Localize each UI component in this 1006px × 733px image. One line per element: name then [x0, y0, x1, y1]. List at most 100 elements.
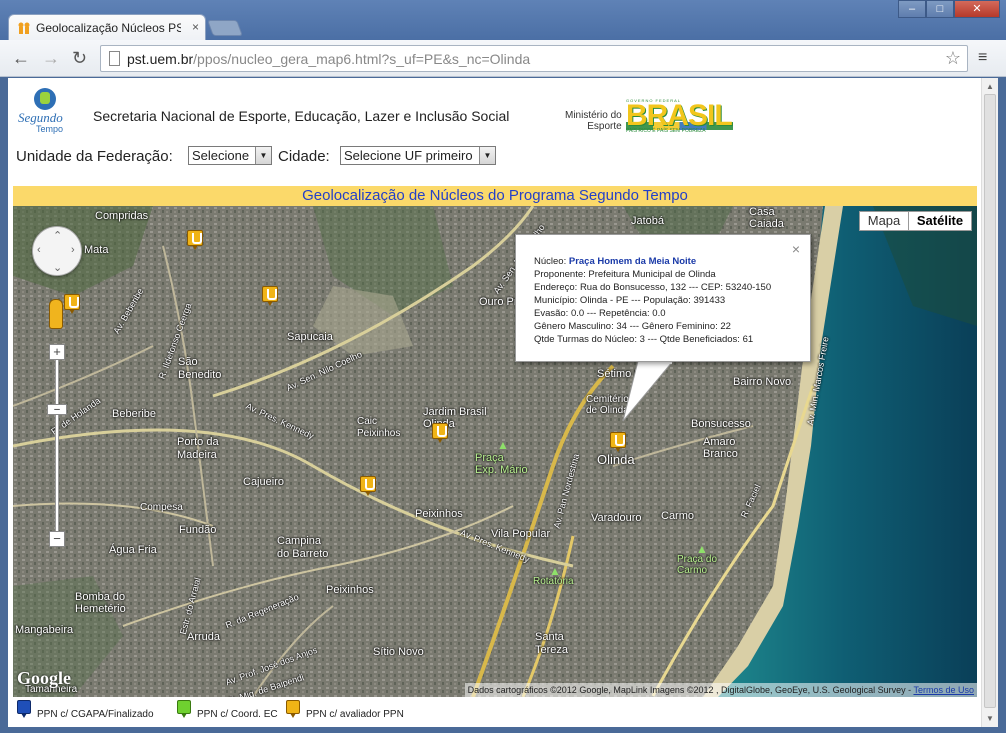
map-banner: Geolocalização de Núcleos do Programa Se…: [13, 186, 977, 206]
terms-link[interactable]: Termos de Uso: [913, 685, 974, 695]
pan-down-icon[interactable]: ⌄: [53, 261, 62, 274]
tab-close-icon[interactable]: ×: [192, 20, 199, 34]
nucleo-label: Núcleo:: [534, 256, 569, 267]
endereco-text: Endereço: Rua do Bonsucesso, 132 --- CEP…: [534, 282, 772, 293]
legend-label: PPN c/ Coord. EC: [197, 709, 278, 720]
park-icon: ▲: [497, 438, 509, 452]
ministerio-line2: Esporte: [587, 121, 622, 132]
place-label: Campina do Barreto: [277, 535, 329, 560]
city-select-value: Selecione UF primeiro: [344, 148, 473, 163]
map-attribution: Dados cartográficos ©2012 Google, MapLin…: [464, 683, 977, 697]
place-label: Compesa: [140, 502, 183, 513]
place-label: Praça do Carmo: [677, 554, 718, 576]
place-label: Bairro Novo: [733, 376, 792, 388]
uf-label: Unidade da Federação:: [16, 148, 173, 165]
scrollbar-thumb[interactable]: [984, 94, 996, 708]
place-label: Vila Popular: [491, 528, 551, 540]
nucleo-marker-icon[interactable]: [610, 432, 626, 452]
runner-icon: [34, 88, 56, 110]
place-label: Amaro Branco: [703, 436, 738, 460]
place-label: Água Fria: [109, 544, 157, 556]
zoom-out-button[interactable]: −: [49, 531, 65, 547]
maximize-button[interactable]: □: [926, 0, 954, 18]
brasil-logo: GOVERNO FEDERAL BRASIL PAÍS RICO É PAÍS …: [626, 98, 733, 134]
place-label: Casa Caiada: [749, 206, 784, 230]
minimize-button[interactable]: –: [898, 0, 926, 18]
zoom-in-button[interactable]: +: [49, 344, 65, 360]
nucleo-marker-icon[interactable]: [432, 423, 448, 443]
place-label: Peixinhos: [415, 508, 463, 520]
legend-label: PPN c/ CGAPA/Finalizado: [37, 709, 154, 720]
place-label: Porto da Madeira: [177, 436, 219, 461]
legend-label: PPN c/ avaliador PPN: [306, 709, 404, 720]
place-label: São Benedito: [178, 356, 222, 381]
map-type-mapa-button[interactable]: Mapa: [859, 211, 909, 231]
place-label: Arruda: [187, 631, 221, 643]
place-label: Cajueiro: [243, 476, 284, 488]
zoom-slider-handle[interactable]: –: [47, 404, 67, 415]
url-text: pst.uem.br/ppos/nucleo_gera_map6.html?s_…: [127, 51, 530, 67]
place-label: Sétimo Ro: [597, 368, 649, 380]
tab-title: Geolocalização Núcleos PS: [36, 21, 181, 35]
uf-select[interactable]: Selecione ▼: [188, 146, 272, 165]
nucleo-marker-icon[interactable]: [187, 230, 203, 250]
genero-text: Gênero Masculino: 34 --- Gênero Feminino…: [534, 321, 731, 332]
reload-icon[interactable]: ↻: [72, 48, 87, 68]
legend-marker-green-icon: [177, 700, 193, 720]
place-label: Bomba do Hemetério: [75, 591, 126, 615]
nucleo-marker-icon[interactable]: [360, 476, 376, 496]
city-label: Cidade:: [278, 148, 330, 165]
uf-select-value: Selecione: [192, 148, 250, 163]
scroll-down-icon[interactable]: ▼: [986, 714, 994, 723]
place-label: Cemitério de Olinda: [586, 394, 629, 416]
nucleo-marker-icon[interactable]: [64, 294, 80, 314]
pan-up-icon[interactable]: ⌃: [53, 229, 62, 242]
place-label: Caic Peixinhos: [357, 416, 401, 439]
place-label: Varadouro: [591, 512, 642, 524]
page-title: Secretaria Nacional de Esporte, Educação…: [93, 108, 510, 124]
forward-icon[interactable]: →: [42, 48, 60, 68]
nucleo-marker-icon[interactable]: [262, 286, 278, 306]
evasao-text: Evasão: 0.0 --- Repetência: 0.0: [534, 308, 666, 319]
place-label: Carmo: [661, 510, 695, 522]
map-type-satelite-button[interactable]: Satélite: [908, 211, 972, 231]
place-label: Sapucaia: [287, 331, 333, 343]
satellite-map[interactable]: Compridas Jatobá Casa Caiada Mata Ouro P…: [13, 206, 977, 697]
ministerio-label: Ministério do Esporte: [565, 110, 622, 132]
attribution-text: Dados cartográficos ©2012 Google, MapLin…: [467, 685, 914, 695]
brasil-slogan: PAÍS RICO É PAÍS SEM POBREZA: [626, 128, 706, 134]
ministerio-line1: Ministério do: [565, 110, 622, 121]
park-icon: ▲: [549, 564, 561, 578]
segundo-tempo-logo: Segundo Tempo: [16, 86, 76, 134]
vertical-scrollbar[interactable]: ▲ ▼: [981, 78, 998, 727]
proponente-text: Proponente: Prefeitura Municipal de Olin…: [534, 269, 716, 280]
city-select[interactable]: Selecione UF primeiro ▼: [340, 146, 496, 165]
zoom-slider-track[interactable]: [55, 351, 59, 546]
place-label: Beberibe: [112, 408, 157, 420]
scroll-up-icon[interactable]: ▲: [986, 82, 994, 91]
chevron-down-icon: ▼: [255, 147, 271, 164]
pan-left-icon[interactable]: ‹: [37, 244, 41, 256]
pan-control[interactable]: ⌃ ⌄ ‹ ›: [32, 226, 82, 276]
place-label: Jatobá: [631, 215, 665, 227]
turmas-text: Qtde Turmas do Núcleo: 3 --- Qtde Benefi…: [534, 334, 754, 345]
place-label: Olinda: [597, 452, 635, 467]
place-label: Mata: [84, 244, 109, 256]
place-label: Mangabeira: [15, 624, 74, 636]
browser-tab[interactable]: Geolocalização Núcleos PS ×: [8, 14, 206, 42]
menu-icon[interactable]: ≡: [978, 49, 987, 67]
pan-right-icon[interactable]: ›: [71, 244, 75, 256]
bookmark-star-icon[interactable]: ☆: [945, 48, 961, 69]
street-view-pegman-icon[interactable]: [49, 299, 63, 329]
window-controls: – □ ✕: [898, 0, 1000, 18]
favicon-icon: [18, 22, 30, 34]
address-bar[interactable]: pst.uem.br/ppos/nucleo_gera_map6.html?s_…: [100, 45, 968, 72]
back-icon[interactable]: ←: [12, 48, 30, 68]
new-tab-button[interactable]: [207, 20, 243, 36]
nucleo-name: Praça Homem da Meia Noite: [568, 256, 697, 267]
chevron-down-icon: ▼: [479, 147, 495, 164]
close-window-button[interactable]: ✕: [954, 0, 1000, 18]
brasil-word: BRASIL: [626, 99, 733, 132]
close-icon[interactable]: ×: [792, 241, 800, 257]
browser-toolbar: ← → ↻ pst.uem.br/ppos/nucleo_gera_map6.h…: [0, 40, 1006, 77]
